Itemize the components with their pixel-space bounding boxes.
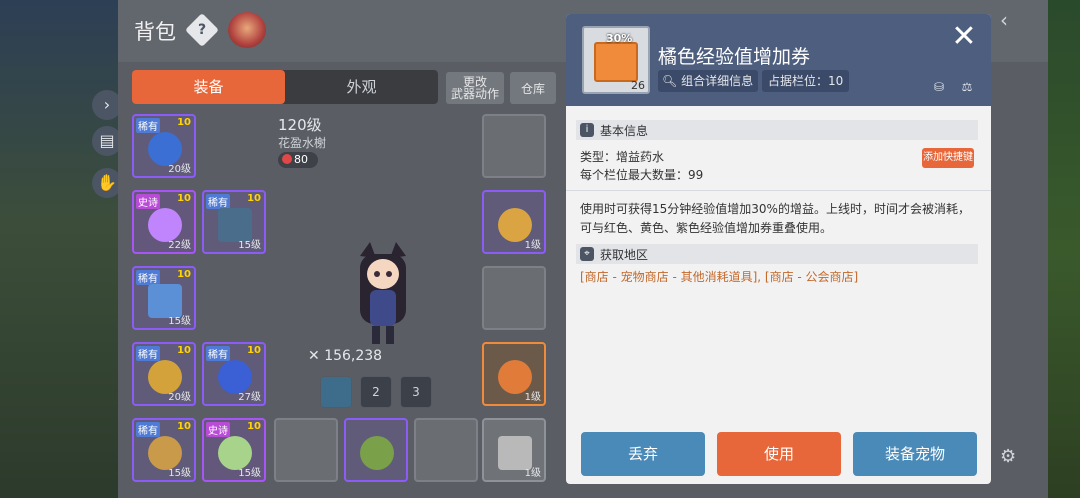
- equip-slot[interactable]: 1级: [482, 418, 546, 482]
- rarity-badge: 稀有: [136, 422, 160, 437]
- close-icon[interactable]: ✕: [947, 20, 981, 54]
- enhance-level: 10: [177, 345, 191, 356]
- rarity-badge: 稀有: [206, 194, 230, 209]
- scale-lock-icon: ⚖: [961, 80, 973, 94]
- equip-slot[interactable]: 稀有 10 20级: [132, 342, 196, 406]
- emblem-icon: [360, 436, 394, 470]
- equip-slot[interactable]: 稀有 10 15级: [132, 266, 196, 330]
- combo-detail-label: 组合详细信息: [681, 74, 754, 88]
- obtain-section: ⌖ 获取地区: [576, 244, 978, 264]
- obtain-location: [商店 - 宠物商店 - 其他消耗道具], [商店 - 公会商店]: [580, 270, 859, 284]
- enhance-level: 10: [247, 193, 261, 204]
- item-level: 15级: [238, 468, 261, 479]
- inventory-title: 背包: [134, 20, 176, 44]
- equip-slot[interactable]: 稀有 10 27级: [202, 342, 266, 406]
- info-icon: i: [580, 123, 594, 137]
- use-button[interactable]: 使用: [717, 432, 841, 476]
- enhance-level: 10: [177, 421, 191, 432]
- empty-slot[interactable]: [274, 418, 338, 482]
- item-level: 15级: [238, 240, 261, 251]
- character-sprite: [360, 242, 406, 344]
- empty-slot[interactable]: [482, 114, 546, 178]
- combo-detail-button[interactable]: 🔍︎ 组合详细信息: [658, 70, 758, 92]
- meso-amount: 156,238: [324, 348, 383, 364]
- coupon-percent: 30%: [606, 32, 633, 45]
- item-detail-panel: 30% 26 橘色经验值增加券 🔍︎ 组合详细信息 占据栏位：10 ✕ ⛁ ⚖ …: [566, 14, 991, 484]
- item-level: 20级: [168, 164, 191, 175]
- enhance-level: 10: [177, 193, 191, 204]
- basic-info-section: i 基本信息: [576, 120, 978, 140]
- exp-coupon-icon: [594, 42, 638, 82]
- enhance-level: 10: [177, 117, 191, 128]
- obtain-label: 获取地区: [600, 248, 649, 262]
- location-icon: ⌖: [580, 247, 594, 261]
- inventory-back-icon[interactable]: ‹: [1000, 8, 1022, 32]
- tab-equipment[interactable]: 装备: [132, 70, 285, 104]
- item-level: 15级: [168, 468, 191, 479]
- warehouse-button[interactable]: 仓库: [510, 72, 556, 104]
- item-title: 橘色经验值增加券: [658, 46, 811, 68]
- character-name: 花盈水榭: [278, 136, 327, 150]
- max-per-slot: 每个栏位最大数量：99: [580, 168, 704, 182]
- basic-info-label: 基本信息: [600, 124, 649, 138]
- equip-slot[interactable]: 史诗 10 22级: [132, 190, 196, 254]
- item-quantity: 26: [631, 79, 645, 92]
- equip-slot[interactable]: 稀有 10 15级: [202, 190, 266, 254]
- rarity-badge: 稀有: [136, 346, 160, 361]
- equip-slot[interactable]: 史诗 10 15级: [202, 418, 266, 482]
- empty-slot[interactable]: [414, 418, 478, 482]
- equip-slot[interactable]: 1级: [482, 190, 546, 254]
- item-level: 1级: [524, 392, 541, 403]
- rarity-badge: 史诗: [136, 194, 160, 209]
- item-description: 使用时可获得15分钟经验值增加30%的增益。上线时，时间才会被消耗，可与红色、黄…: [580, 202, 970, 235]
- pet-avatar-icon[interactable]: [228, 12, 266, 48]
- preset-label: 3: [412, 385, 420, 399]
- item-level: 22级: [168, 240, 191, 251]
- preset-3-button[interactable]: 3: [400, 376, 432, 408]
- item-level: 1级: [524, 468, 541, 479]
- rarity-badge: 稀有: [136, 270, 160, 285]
- help-icon[interactable]: ?: [185, 13, 219, 47]
- item-level: 15级: [168, 316, 191, 327]
- add-quick-slot-button[interactable]: 添加快捷键: [922, 148, 974, 168]
- enhance-level: 10: [177, 269, 191, 280]
- rarity-badge: 稀有: [136, 118, 160, 133]
- equip-slot[interactable]: 稀有 10 15级: [132, 418, 196, 482]
- preset-2-button[interactable]: 2: [360, 376, 392, 408]
- meso-icon: ✕: [308, 348, 320, 364]
- tab-appearance[interactable]: 外观: [285, 70, 438, 104]
- trade-lock-icon: ⛁: [933, 80, 945, 94]
- enhance-level: 10: [247, 421, 261, 432]
- equip-slot[interactable]: [344, 418, 408, 482]
- item-icon-frame: 30% 26: [582, 26, 650, 94]
- equip-pet-button[interactable]: 装备宠物: [853, 432, 977, 476]
- slot-usage-info: 占据栏位：10: [762, 70, 850, 92]
- combat-power: 80: [278, 152, 318, 168]
- discard-button[interactable]: 丢弃: [581, 432, 705, 476]
- item-level: 1级: [524, 240, 541, 251]
- item-detail-header: 30% 26 橘色经验值增加券 🔍︎ 组合详细信息 占据栏位：10 ✕ ⛁ ⚖: [566, 14, 991, 106]
- character-level: 120级: [278, 116, 322, 134]
- item-level: 20级: [168, 392, 191, 403]
- item-level: 27级: [238, 392, 261, 403]
- item-type: 类型：增益药水: [580, 150, 665, 164]
- preset-1-button[interactable]: [320, 376, 352, 408]
- equip-slot[interactable]: 稀有 10 20级: [132, 114, 196, 178]
- meso-display: ✕ 156,238: [308, 348, 448, 368]
- divider: [566, 190, 991, 191]
- change-weapon-action-button[interactable]: 更改 武器动作: [446, 72, 504, 104]
- empty-slot[interactable]: [482, 266, 546, 330]
- preset-label: 2: [372, 385, 380, 399]
- enhance-level: 10: [247, 345, 261, 356]
- rarity-badge: 稀有: [206, 346, 230, 361]
- equip-slot[interactable]: 1级: [482, 342, 546, 406]
- left-scene: [0, 0, 120, 498]
- rarity-badge: 史诗: [206, 422, 230, 437]
- search-icon: 🔍︎: [662, 74, 678, 88]
- inventory-tabs: 装备 外观: [132, 70, 438, 104]
- gear-icon[interactable]: ⚙: [1000, 446, 1022, 468]
